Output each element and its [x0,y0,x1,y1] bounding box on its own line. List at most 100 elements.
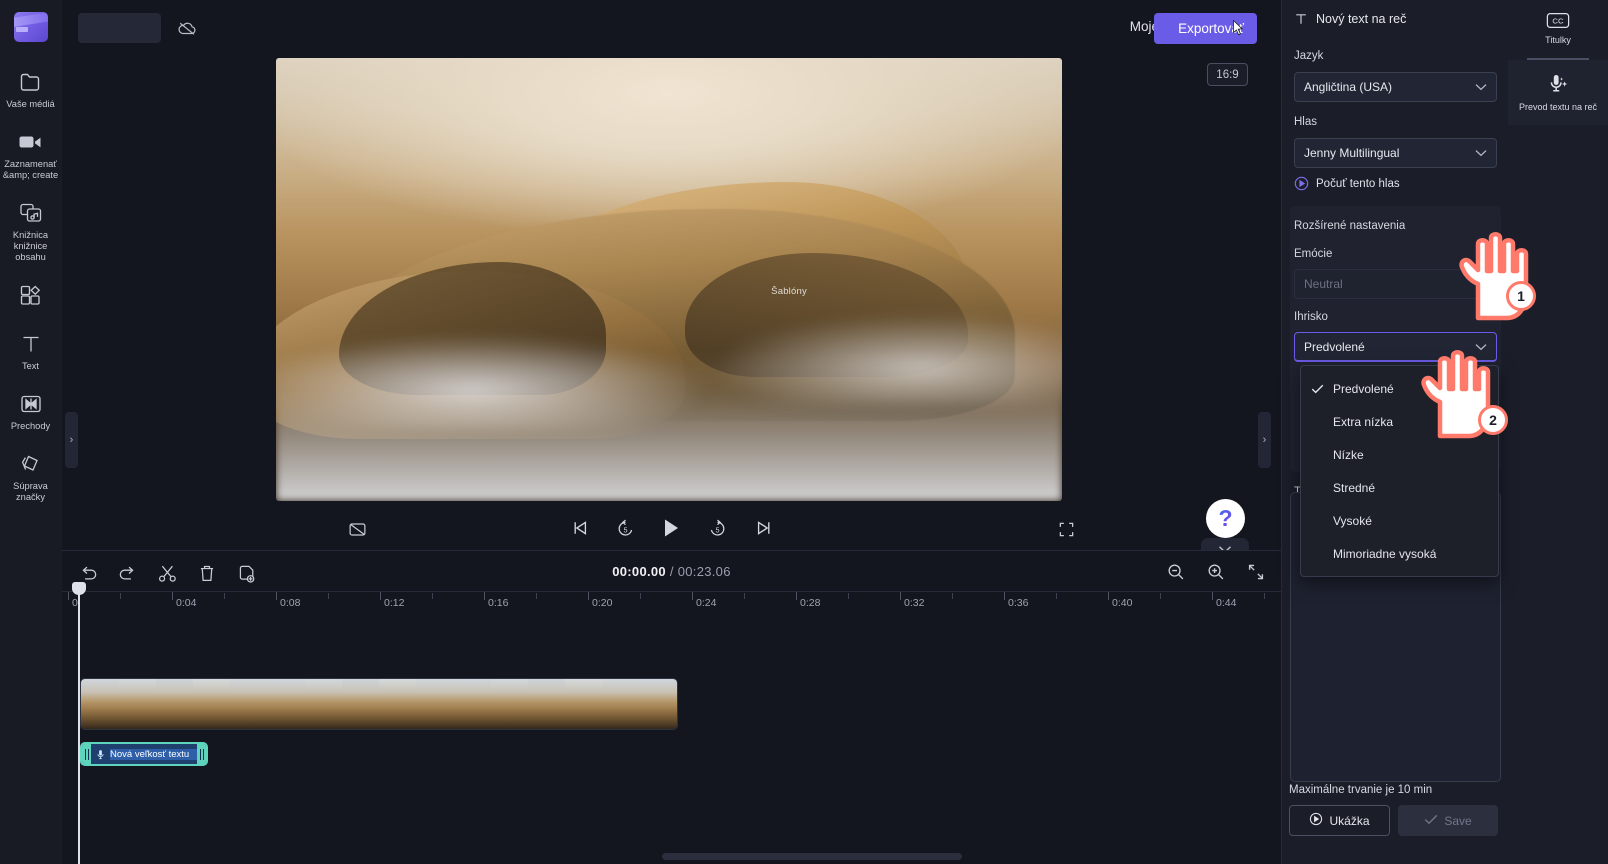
fit-to-screen-button[interactable] [1245,561,1267,583]
pitch-option-label: Stredné [1333,480,1376,495]
play-button[interactable] [658,514,686,542]
pitch-option[interactable]: Stredné [1301,471,1498,504]
ruler-label: 0:08 [280,597,301,609]
fullscreen-icon[interactable] [1051,514,1081,544]
rewind-5-seconds-icon[interactable]: 5 [612,514,640,542]
sidebar-item-text[interactable]: Text [0,326,62,380]
pitch-option[interactable]: Mimoriadne vysoká [1301,537,1498,570]
language-select[interactable]: Angličtina (USA) [1294,72,1497,102]
chevron-down-icon [1475,149,1487,157]
emotion-select[interactable]: Neutral [1294,269,1497,299]
pitch-option[interactable]: Nízke [1301,438,1498,471]
video-camera-icon [18,130,44,154]
clip-thumbnail [341,679,379,729]
sidebar-item-record-create[interactable]: Zaznamenať &amp; create [0,124,62,189]
timecode-display: 00:00.00 / 00:23.06 [612,564,731,579]
svg-text:5: 5 [715,525,719,534]
closed-captions-icon: CC [1546,12,1570,29]
expand-left-panel-button[interactable]: › [65,412,78,468]
svg-text:CC: CC [1552,17,1564,26]
text-to-speech-panel: Nový text na reč Jazyk Angličtina (USA) … [1281,0,1508,864]
sidebar-item-your-media[interactable]: Vaše médiá [0,64,62,118]
max-duration-hint: Maximálne trvanie je 10 min [1289,784,1433,796]
text-icon [18,332,44,356]
advanced-settings-label: Rozšírené nastavenia [1294,220,1406,232]
sidebar-label: Súprava značky [13,481,48,502]
pitch-value: Predvolené [1304,339,1365,354]
skip-to-start-icon[interactable] [566,514,594,542]
clip-thumbnail [602,679,640,729]
captions-off-icon[interactable] [342,514,372,544]
zoom-in-button[interactable] [1205,561,1227,583]
transport-controls: 5 5 [566,514,778,542]
clip-thumbnail [453,679,491,729]
ruler-tick-minor [848,593,849,599]
ruler-tick-minor [536,593,537,599]
export-button[interactable]: Exportovať [1154,13,1257,44]
pitch-dropdown-menu[interactable]: Predvolené Extra nízka Nízke Stredné Vysoké M… [1300,365,1499,577]
timeline-ruler[interactable]: 0 0:04 0:08 0:12 0:16 0:20 0:24 0:28 0:32 0:36 0:4… [62,592,1281,616]
ruler-tick-minor [952,593,953,599]
sidebar-item-templates[interactable] [0,277,62,320]
video-preview-canvas[interactable]: Šablóny [276,58,1062,501]
aspect-ratio-button[interactable]: 16:9 [1207,63,1248,86]
language-label: Jazyk [1294,50,1324,62]
pitch-label: Ihrisko [1294,311,1328,323]
playhead[interactable] [72,582,86,864]
preview-area: 16:9 Šablóny › › 5 5 ? [62,56,1281,560]
rail-label: Titulky [1545,35,1571,45]
zoom-out-button[interactable] [1165,561,1187,583]
clip-thumbnail [81,679,119,729]
sidebar-label: Prechody [10,421,51,431]
content-library-icon [18,201,44,225]
voice-select[interactable]: Jenny Multilingual [1294,138,1497,168]
cloud-off-icon[interactable] [172,13,202,43]
project-name-input[interactable] [78,13,161,43]
split-button[interactable] [155,561,179,585]
preview-button[interactable]: Ukážka [1289,805,1390,836]
clip-trim-handle-right[interactable] [197,744,206,764]
pitch-option[interactable]: Extra nízka [1301,405,1498,438]
ruler-tick-minor [224,593,225,599]
clip-trim-handle-left[interactable] [82,744,91,764]
ruler-label: 0:36 [1008,597,1029,609]
ruler-tick-minor [328,593,329,599]
help-button[interactable]: ? [1206,499,1245,538]
listen-to-voice-button[interactable]: Počuť tento hlas [1294,176,1400,191]
duplicate-button[interactable] [234,561,258,585]
rail-item-text-to-speech[interactable]: Prevod textu na reč [1508,60,1608,125]
play-circle-icon [1309,812,1323,829]
pitch-option[interactable]: Predvolené [1301,372,1498,405]
emotion-value: Neutral [1304,277,1343,291]
clip-thumbnail [230,679,268,729]
sidebar-item-content-library[interactable]: Knižnica knižnice obsahu [0,195,62,271]
player-controls: 5 5 [62,508,1281,550]
pitch-option[interactable]: Vysoké [1301,504,1498,537]
ruler-tick-minor [120,593,121,599]
timeline-toolbar: 00:00.00 / 00:23.06 [62,550,1281,592]
text-to-speech-track-clip[interactable]: Nová veľkosť textu [80,742,208,766]
question-mark-icon: ? [1218,505,1233,531]
redo-button[interactable] [115,561,139,585]
ruler-label: 0:04 [176,597,197,609]
clip-thumbnail [192,679,230,729]
sidebar-item-brand-kit[interactable]: Súprava značky [0,446,62,511]
expand-right-panel-button[interactable]: › [1258,412,1271,468]
skip-to-end-icon[interactable] [750,514,778,542]
brand-kit-icon [18,452,44,476]
mist-layer [276,350,1062,501]
clip-thumbnail [267,679,305,729]
ruler-label: 0:32 [904,597,925,609]
rail-item-captions[interactable]: CC Titulky [1508,0,1608,58]
voice-value: Jenny Multilingual [1304,146,1400,160]
pitch-option-label: Mimoriadne vysoká [1333,546,1437,561]
video-track-clip[interactable] [80,678,678,730]
timeline-horizontal-scrollbar[interactable] [662,853,962,860]
chevron-down-icon [1475,83,1487,91]
delete-button[interactable] [195,561,219,585]
pitch-select[interactable]: Predvolené [1294,332,1497,362]
forward-5-seconds-icon[interactable]: 5 [704,514,732,542]
pitch-option-label: Extra nízka [1333,414,1394,429]
sidebar-item-transitions[interactable]: Prechody [0,386,62,440]
save-button[interactable]: Save [1398,805,1498,836]
